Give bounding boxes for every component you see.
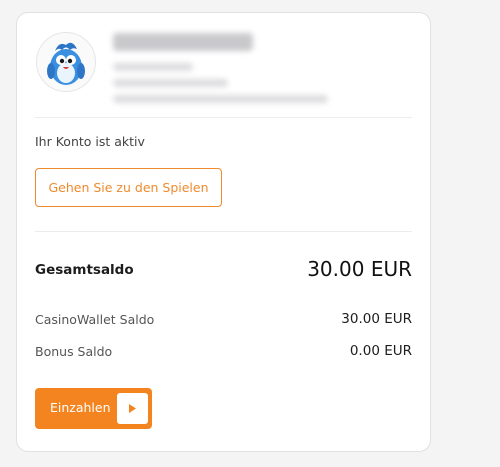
avatar <box>36 32 96 92</box>
go-to-games-button[interactable]: Gehen Sie zu den Spielen <box>35 168 222 207</box>
deposit-button[interactable]: Einzahlen <box>35 388 152 429</box>
casinowallet-balance-label: CasinoWallet Saldo <box>35 312 155 327</box>
account-card: Ihr Konto ist aktiv Gehen Sie zu den Spi… <box>16 12 431 452</box>
account-status-text: Ihr Konto ist aktiv <box>35 134 145 149</box>
divider-top <box>35 117 412 118</box>
divider-middle <box>35 231 412 232</box>
deposit-button-label: Einzahlen <box>50 400 111 415</box>
bird-mascot-icon <box>47 42 85 85</box>
bonus-balance-value: 0.00 EUR <box>349 343 412 359</box>
profile-info-blurred <box>111 29 341 109</box>
total-balance-label: Gesamtsaldo <box>35 262 134 278</box>
casinowallet-balance-value: 30.00 EUR <box>341 311 412 327</box>
bonus-balance-label: Bonus Saldo <box>35 344 113 359</box>
play-icon <box>129 404 136 413</box>
play-icon-box <box>117 393 148 424</box>
total-balance-value: 30.00 EUR <box>307 257 412 281</box>
